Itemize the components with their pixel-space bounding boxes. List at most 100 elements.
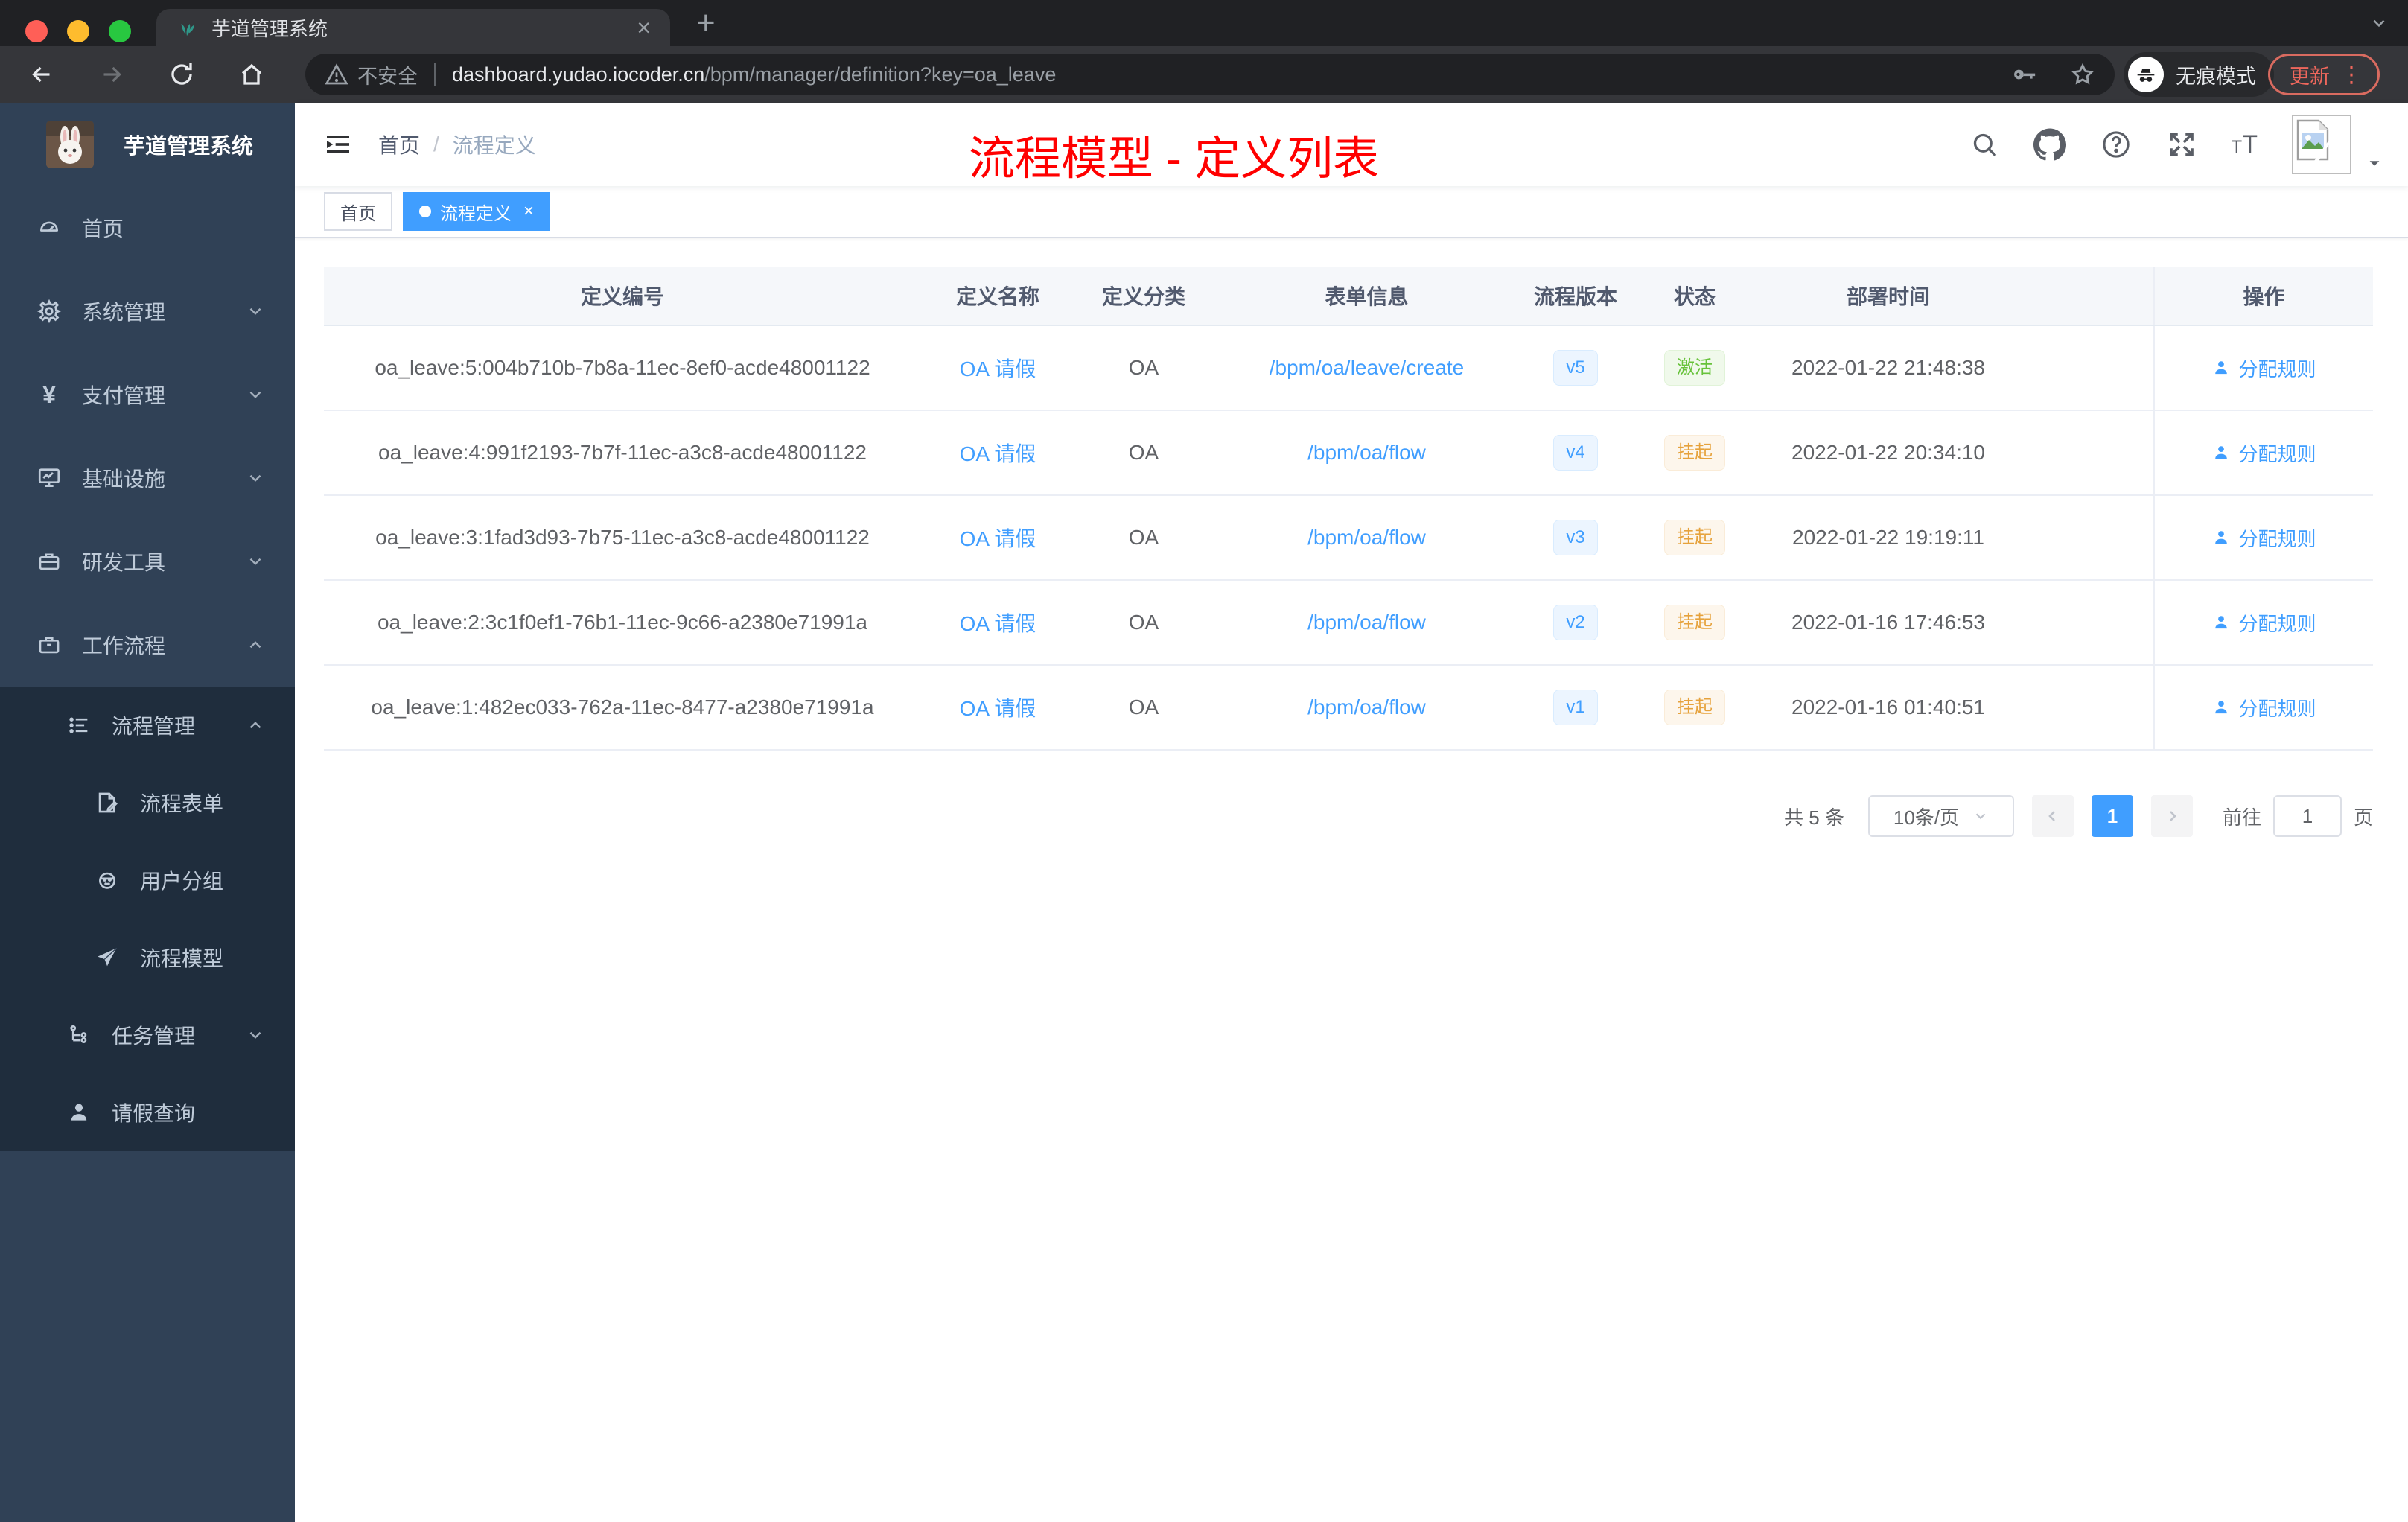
- sidebar-item-monitor[interactable]: 基础设施: [0, 436, 295, 520]
- fullscreen-icon[interactable]: [2166, 129, 2197, 160]
- browser-tab[interactable]: 芋道管理系统 ×: [156, 9, 670, 46]
- update-button[interactable]: 更新 ⋮: [2268, 54, 2380, 95]
- assign-rule-label: 分配规则: [2238, 697, 2316, 720]
- sidebar-item-label: 基础设施: [82, 468, 166, 491]
- user-icon: [2215, 616, 2228, 629]
- assign-rule-label: 分配规则: [2238, 442, 2316, 465]
- status-tag: 挂起: [1664, 435, 1725, 471]
- goto-page-input[interactable]: [2272, 795, 2342, 837]
- sidebar-item-form[interactable]: 流程表单: [0, 764, 295, 841]
- status-tag: 挂起: [1664, 520, 1725, 555]
- yen-icon: ¥: [42, 380, 56, 408]
- form-link[interactable]: /bpm/oa/flow: [1307, 695, 1426, 719]
- warning-icon: [325, 63, 348, 86]
- password-key-icon[interactable]: [2012, 62, 2037, 87]
- cell-deploy-time: 2022-01-16 01:40:51: [1791, 695, 1985, 719]
- definition-name-link[interactable]: OA 请假: [960, 442, 1036, 465]
- sidebar-item-gear[interactable]: 系统管理: [0, 270, 295, 353]
- sidebar-item-task[interactable]: 任务管理: [0, 996, 295, 1074]
- column-header: 定义名称: [955, 285, 1039, 308]
- url-bar[interactable]: 不安全 dashboard.yudao.iocoder.cn/bpm/manag…: [305, 54, 2115, 95]
- tags-view: 首页 流程定义 ×: [295, 186, 2408, 238]
- prev-page-button[interactable]: [2031, 795, 2074, 837]
- cell-action: 分配规则: [2153, 326, 2373, 410]
- sidebar-item-flowlist[interactable]: 流程管理: [0, 687, 295, 764]
- top-navbar: 首页 / 流程定义 流程模型 - 定义列表 TT: [295, 103, 2408, 186]
- definition-name-link[interactable]: OA 请假: [960, 612, 1036, 635]
- sidebar-item-yen[interactable]: ¥ 支付管理: [0, 353, 295, 436]
- sidebar-logo-row[interactable]: 芋道管理系统: [0, 103, 295, 186]
- window-close-button[interactable]: [25, 20, 48, 42]
- tab-search-icon[interactable]: [2369, 13, 2389, 33]
- sidebar-item-label: 工作流程: [82, 634, 166, 657]
- window-minimize-button[interactable]: [67, 20, 89, 42]
- avatar-caret-icon[interactable]: [2366, 155, 2383, 171]
- form-link[interactable]: /bpm/oa/flow: [1307, 611, 1426, 634]
- sidebar-item-label: 任务管理: [112, 1025, 196, 1048]
- assign-rule-label: 分配规则: [2238, 527, 2316, 550]
- definition-name-link[interactable]: OA 请假: [960, 697, 1036, 720]
- home-icon[interactable]: [238, 61, 265, 88]
- version-tag: v3: [1553, 520, 1598, 555]
- breadcrumb-separator: /: [433, 133, 439, 156]
- github-icon[interactable]: [2033, 128, 2066, 161]
- sidebar-collapse-icon[interactable]: [323, 130, 353, 159]
- form-link[interactable]: /bpm/oa/leave/create: [1270, 356, 1465, 379]
- browser-menu-icon[interactable]: ⋮: [2340, 62, 2363, 88]
- assign-rule-link[interactable]: 分配规则: [2211, 439, 2316, 467]
- cell-definition-name: OA 请假: [921, 692, 1074, 722]
- cell-definition-id: oa_leave:4:991f2193-7b7f-11ec-a3c8-acde4…: [378, 441, 867, 464]
- sidebar-item-dashboard[interactable]: 首页: [0, 186, 295, 270]
- sidebar-item-briefcase[interactable]: 工作流程: [0, 603, 295, 687]
- sidebar-item-toolbox[interactable]: 研发工具: [0, 520, 295, 603]
- cell-version: v5: [1520, 350, 1631, 386]
- next-page-button[interactable]: [2150, 795, 2193, 837]
- chevron-down-icon: [1975, 813, 1986, 820]
- sidebar-item-person[interactable]: 请假查询: [0, 1074, 295, 1151]
- cell-definition-name: OA 请假: [921, 438, 1074, 468]
- cell-action: 分配规则: [2153, 496, 2373, 579]
- cell-version: v3: [1520, 520, 1631, 555]
- briefcase-icon: [36, 631, 63, 658]
- assign-rule-link[interactable]: 分配规则: [2211, 354, 2316, 382]
- form-link[interactable]: /bpm/oa/flow: [1307, 441, 1426, 464]
- definition-name-link[interactable]: OA 请假: [960, 357, 1036, 380]
- font-size-icon[interactable]: TT: [2232, 130, 2258, 159]
- url-path: /bpm/manager/definition?key=oa_leave: [704, 63, 1057, 86]
- flowlist-icon: [66, 712, 92, 739]
- column-header: 表单信息: [1325, 285, 1409, 308]
- definition-name-link[interactable]: OA 请假: [960, 527, 1036, 550]
- page-size-select[interactable]: 10条/页: [1867, 795, 2014, 837]
- form-link[interactable]: /bpm/oa/flow: [1307, 526, 1426, 549]
- reload-icon[interactable]: [168, 61, 195, 88]
- tab-close-icon[interactable]: ×: [637, 14, 651, 42]
- help-icon[interactable]: [2100, 129, 2132, 160]
- search-icon[interactable]: [1969, 130, 1999, 159]
- page-content: 定义编号 定义名称 定义分类 表单信息 流程版本 状态 部署时间 操作 oa_leave:5:…: [295, 238, 2408, 1522]
- assign-rule-link[interactable]: 分配规则: [2211, 524, 2316, 552]
- breadcrumb-home[interactable]: 首页: [378, 130, 420, 159]
- gear-icon: [36, 298, 63, 325]
- tag-item[interactable]: 首页: [324, 192, 392, 231]
- window-zoom-button[interactable]: [109, 20, 131, 42]
- cell-deploy-time: 2022-01-22 19:19:11: [1792, 526, 1984, 549]
- assign-rule-link[interactable]: 分配规则: [2211, 609, 2316, 637]
- sidebar-item-group[interactable]: 用户分组: [0, 841, 295, 919]
- table-row: oa_leave:2:3c1f0ef1-76b1-11ec-9c66-a2380…: [324, 581, 2373, 666]
- dashboard-icon: [36, 214, 63, 241]
- cell-status: 挂起: [1631, 605, 1759, 640]
- tag-close-icon[interactable]: ×: [523, 201, 534, 222]
- column-header: 流程版本: [1533, 285, 1617, 308]
- security-label[interactable]: 不安全: [357, 60, 418, 89]
- tag-active[interactable]: 流程定义 ×: [403, 192, 551, 231]
- cell-category: OA: [1128, 441, 1159, 464]
- new-tab-button[interactable]: +: [696, 4, 716, 42]
- assign-rule-link[interactable]: 分配规则: [2211, 694, 2316, 722]
- forward-icon[interactable]: [98, 61, 125, 88]
- sidebar-item-label: 流程模型: [140, 947, 224, 970]
- sidebar-item-model[interactable]: 流程模型: [0, 919, 295, 996]
- bookmark-star-icon[interactable]: [2070, 62, 2095, 87]
- avatar[interactable]: [2292, 115, 2351, 174]
- back-icon[interactable]: [28, 61, 55, 88]
- page-number-button[interactable]: 1: [2091, 795, 2133, 837]
